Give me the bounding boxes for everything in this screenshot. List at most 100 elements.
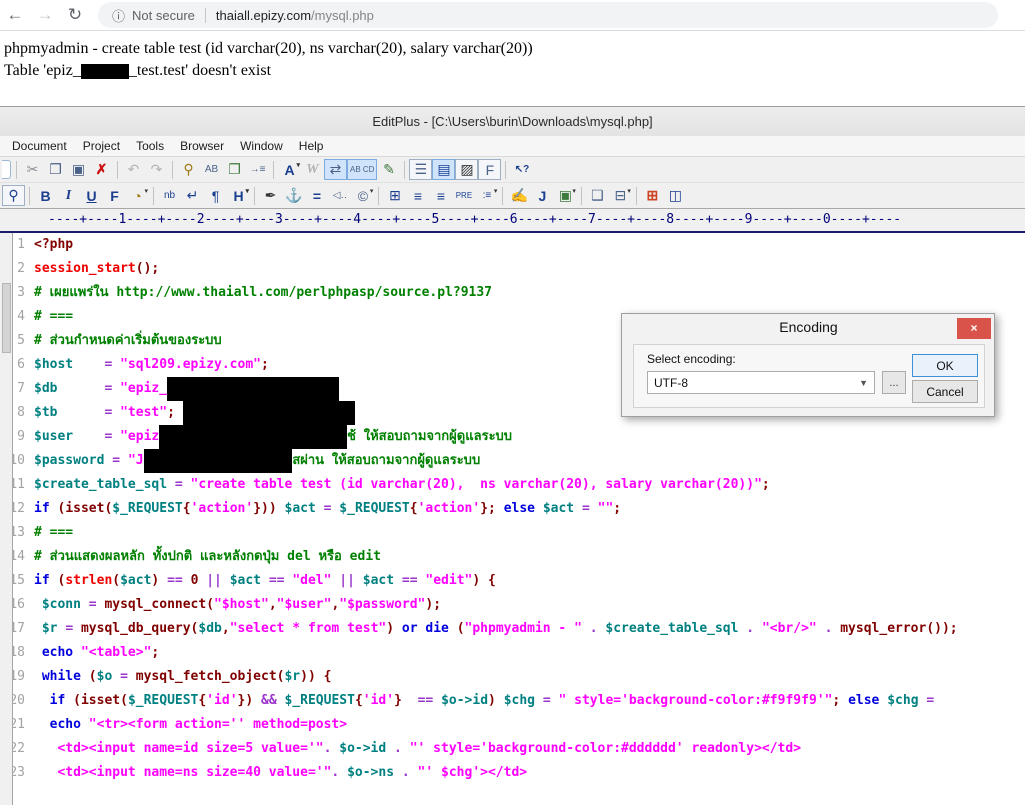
word-wrap-icon[interactable]: ⇄: [324, 159, 347, 180]
browser-preview-icon[interactable]: ⚲: [2, 185, 25, 206]
align-center-icon[interactable]: ≡: [406, 185, 429, 206]
paragraph-icon[interactable]: ¶: [204, 185, 227, 206]
code-line[interactable]: 9 $user = "epiz ช้ ให้สอบถามจากผู้ดูแลระบ…: [0, 425, 1025, 449]
cliptext-icon[interactable]: ☰: [409, 159, 433, 180]
encoding-value: UTF-8: [654, 375, 688, 390]
code-line[interactable]: 21 echo "<tr><form action='' method=post…: [0, 713, 1025, 737]
code-token-kw: else: [503, 501, 535, 516]
code-line[interactable]: 11 $create_table_sql = "create table test…: [0, 473, 1025, 497]
code-line[interactable]: 14 # ส่วนแสดงผลหลัก ทั้งปกติ และหลังกดปุ่…: [0, 545, 1025, 569]
underline-icon[interactable]: U: [80, 185, 103, 206]
delete-icon[interactable]: ✗: [90, 159, 113, 180]
goto-line-icon[interactable]: →≡: [246, 159, 269, 180]
windows-logo-icon[interactable]: ⊞: [641, 185, 664, 206]
sidebar-toggle-icon[interactable]: ▤: [432, 159, 456, 180]
menu-browser[interactable]: Browser: [172, 137, 232, 155]
browse-button[interactable]: ...: [882, 371, 906, 394]
special-char-icon[interactable]: © ▾: [351, 185, 374, 206]
italic-icon[interactable]: I: [57, 185, 80, 206]
font-icon[interactable]: A ▾: [278, 159, 301, 180]
replace-icon[interactable]: AB: [200, 159, 223, 180]
paste-icon[interactable]: ▣: [67, 159, 90, 180]
javascript-icon[interactable]: J: [531, 185, 554, 206]
back-icon[interactable]: ←: [0, 5, 30, 25]
menu-window[interactable]: Window: [232, 137, 291, 155]
code-line[interactable]: 15 if (strlen($act) == 0 || $act == "del"…: [0, 569, 1025, 593]
context-help-icon[interactable]: ↖?: [510, 159, 533, 180]
hrule-icon[interactable]: =: [305, 185, 328, 206]
code-line[interactable]: 17 $r = mysql_db_query($db,"select * fro…: [0, 617, 1025, 641]
code-line[interactable]: 2 session_start();: [0, 257, 1025, 281]
code-line[interactable]: 19 while ($o = mysql_fetch_object($r)) {: [0, 665, 1025, 689]
nbsp-icon[interactable]: nb: [158, 185, 181, 206]
cancel-button[interactable]: Cancel: [912, 380, 978, 403]
font-tag-icon[interactable]: F: [103, 185, 126, 206]
line-number-icon[interactable]: AB CD: [347, 159, 378, 180]
menu-document[interactable]: Document: [4, 137, 75, 155]
ok-button[interactable]: OK: [912, 354, 978, 377]
undo-icon[interactable]: ↶: [122, 159, 145, 180]
split-window-icon[interactable]: ◫: [664, 185, 687, 206]
output-window-icon[interactable]: ▨: [455, 159, 479, 180]
encoding-select[interactable]: UTF-8 ▼: [647, 371, 875, 394]
anchor-icon[interactable]: ⚓: [282, 185, 305, 206]
code-token-op: =: [926, 693, 935, 708]
code-line[interactable]: 22 <td><input name=id size=5 value='". $…: [0, 737, 1025, 761]
cut-icon[interactable]: ✂: [21, 159, 44, 180]
info-icon[interactable]: ⓘ: [112, 6, 125, 25]
heading-icon[interactable]: H ▾: [227, 185, 250, 206]
side-scrollbar-thumb[interactable]: [2, 283, 11, 353]
table-icon[interactable]: ⊞: [383, 185, 406, 206]
address-bar[interactable]: ⓘ Not secure thaiall.epizy.com /mysql.ph…: [98, 2, 998, 28]
code-token-var: $act: [542, 501, 575, 516]
code-line[interactable]: 16 $conn = mysql_connect("$host","$user"…: [0, 593, 1025, 617]
watch-w-icon[interactable]: W: [301, 159, 324, 180]
redo-icon[interactable]: ↷: [145, 159, 168, 180]
reload-icon[interactable]: ↻: [60, 5, 90, 25]
copy-icon[interactable]: ❐: [44, 159, 67, 180]
code-token-op: &&: [261, 693, 277, 708]
code-line[interactable]: 1 <?php: [0, 233, 1025, 257]
clipped-toolbar-button[interactable]: [2, 160, 11, 179]
menu-project[interactable]: Project: [75, 137, 128, 155]
date-time-icon[interactable]: ◔ ▾: [126, 185, 149, 206]
code-line[interactable]: 10 $password = "J สผ่าน ให้สอบถามจากผู้ดู…: [0, 449, 1025, 473]
code-line[interactable]: 12 if (isset($_REQUEST{'action'})) $act =…: [0, 497, 1025, 521]
code-token-pun: );: [425, 597, 442, 612]
code-line[interactable]: 23 <td><input name=ns size=40 value='". …: [0, 761, 1025, 785]
template-icon[interactable]: ⊟ ▾: [609, 185, 632, 206]
toolbar-separator: [273, 160, 274, 179]
find-icon[interactable]: ⚲: [177, 159, 200, 180]
code-token-op: ==: [268, 573, 285, 588]
code-token-var: $create_table_sql: [605, 621, 739, 636]
line-break-icon[interactable]: ↵: [181, 185, 204, 206]
pre-tag-icon[interactable]: PRE: [452, 185, 475, 206]
code-line[interactable]: 3 # เผยแพร่ใน http://www.thaiall.com/perl…: [0, 281, 1025, 305]
find-in-files-icon[interactable]: ❐: [223, 159, 246, 180]
syntax-highlight-icon[interactable]: ✎: [377, 159, 400, 180]
code-line[interactable]: 13 # ===: [0, 521, 1025, 545]
code-line[interactable]: 20 if (isset($_REQUEST{'id'}) && $_REQUE…: [0, 689, 1025, 713]
code-token-lib: mysql_error: [840, 621, 927, 636]
code-line[interactable]: 18 echo "<table>";: [0, 641, 1025, 665]
list-tag-icon[interactable]: :≡ ▾: [475, 185, 498, 206]
comment-tag-icon[interactable]: ◁‥: [328, 185, 351, 206]
new-document-icon[interactable]: ❑: [586, 185, 609, 206]
dropdown-arrow-icon: ▾: [369, 188, 374, 195]
color-picker-icon[interactable]: ✒: [259, 185, 282, 206]
close-icon[interactable]: ×: [957, 317, 991, 339]
toolbar-separator: [502, 186, 504, 205]
align-right-icon[interactable]: ≡: [429, 185, 452, 206]
object-tag-icon[interactable]: ▣ ▾: [554, 185, 577, 206]
fullscreen-icon[interactable]: F: [478, 159, 502, 180]
code-token-var: $_REQUEST: [284, 693, 355, 708]
menu-help[interactable]: Help: [291, 137, 332, 155]
forward-icon[interactable]: →: [30, 5, 60, 25]
menu-tools[interactable]: Tools: [128, 137, 172, 155]
code-token-op: ||: [339, 573, 355, 588]
bold-icon[interactable]: B: [34, 185, 57, 206]
script-tag-icon[interactable]: ✍: [507, 185, 530, 206]
